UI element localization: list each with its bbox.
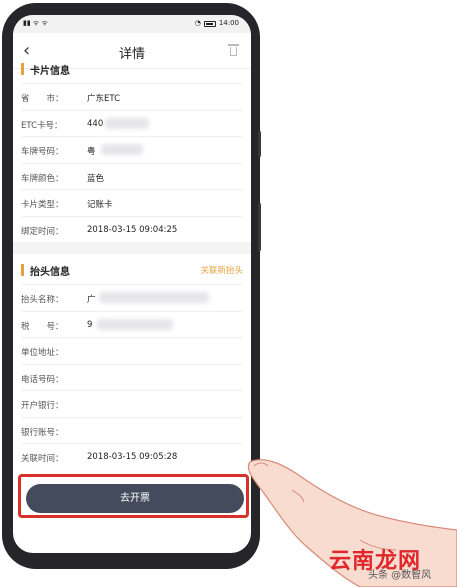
info-row-address: 单位地址：	[21, 337, 243, 364]
row-label: 开户银行：	[21, 401, 64, 411]
row-label: 抬头名称：	[21, 295, 64, 305]
row-value: 蓝色	[87, 173, 105, 184]
signal-icon: ▮▮ ᯤ ᯤ	[23, 19, 48, 27]
section-marker	[21, 264, 24, 276]
section-marker	[21, 63, 24, 75]
section-divider	[13, 242, 251, 254]
redaction	[99, 292, 209, 303]
link-new-header-button[interactable]: 关联新抬头	[200, 264, 243, 276]
info-row-province: 省 市： 广东ETC	[21, 83, 243, 110]
highlight-box	[18, 474, 249, 518]
signal-indicators: ▮▮ ᯤ ᯤ	[23, 19, 48, 28]
row-label: 车牌颜色：	[21, 173, 64, 184]
row-value: 粤	[87, 147, 96, 157]
volume-button	[258, 203, 261, 251]
status-right: ◔ 14:00	[195, 19, 239, 28]
info-row-card-type: 卡片类型： 记账卡	[21, 189, 243, 216]
invoice-section-header: 抬头信息 关联新抬头	[13, 260, 251, 284]
info-row-header-name: 抬头名称： 广	[21, 284, 243, 311]
invoice-section-title: 抬头信息	[30, 267, 70, 278]
row-value: 广东ETC	[87, 94, 120, 104]
redaction	[101, 144, 143, 155]
row-value: 9	[87, 319, 93, 330]
row-label: 绑定时间：	[21, 226, 64, 237]
clock: 14:00	[218, 19, 239, 27]
row-label: 税 号：	[21, 321, 64, 332]
row-label: 卡片类型：	[21, 200, 64, 210]
info-row-plate-number: 车牌号码： 粤	[21, 136, 243, 163]
info-row-bank: 开户银行：	[21, 390, 243, 417]
row-label: 电话号码：	[21, 374, 64, 385]
trash-icon[interactable]	[228, 43, 239, 56]
watermark-source: 头条 @数智风	[368, 570, 432, 581]
row-label: 省 市：	[21, 94, 64, 104]
row-label: 单位地址：	[21, 348, 64, 358]
info-row-plate-color: 车牌颜色： 蓝色	[21, 162, 243, 190]
info-row-tax-number: 税 号： 9	[21, 310, 243, 338]
info-row-bind-time: 绑定时间： 2018-03-15 09:04:25	[21, 215, 243, 243]
alarm-icon: ◔	[194, 19, 201, 27]
card-section-title: 卡片信息	[30, 66, 70, 77]
detail-content: 卡片信息 省 市： 广东ETC ETC卡号： 440 车牌号码： 粤 车牌颜色：…	[13, 63, 251, 470]
card-section-header: 卡片信息	[13, 59, 251, 83]
redaction	[105, 117, 149, 129]
battery-icon	[203, 20, 216, 27]
row-label: ETC卡号：	[21, 120, 63, 131]
row-label: 银行账号：	[21, 427, 64, 438]
row-value: 2018-03-15 09:05:28	[87, 452, 178, 462]
info-row-link-time: 关联时间： 2018-03-15 09:05:28	[21, 443, 243, 470]
row-value: 记账卡	[87, 200, 113, 210]
status-bar: ▮▮ ᯤ ᯤ ◔ 14:00	[13, 15, 251, 33]
row-value: 440	[87, 118, 104, 129]
redaction	[97, 318, 173, 330]
power-button	[258, 131, 261, 157]
row-label: 关联时间：	[21, 454, 64, 464]
info-row-phone: 电话号码：	[21, 363, 243, 391]
app-screen: ▮▮ ᯤ ᯤ ◔ 14:00 ‹ 详情 卡片信息 省 市： 广东ETC ETC卡…	[13, 15, 251, 553]
row-label: 车牌号码：	[21, 147, 64, 157]
info-row-account: 银行账号：	[21, 416, 243, 444]
row-value: 2018-03-15 09:04:25	[87, 224, 178, 235]
info-row-etc-card: ETC卡号： 440	[21, 109, 243, 137]
row-value: 广	[87, 295, 96, 305]
